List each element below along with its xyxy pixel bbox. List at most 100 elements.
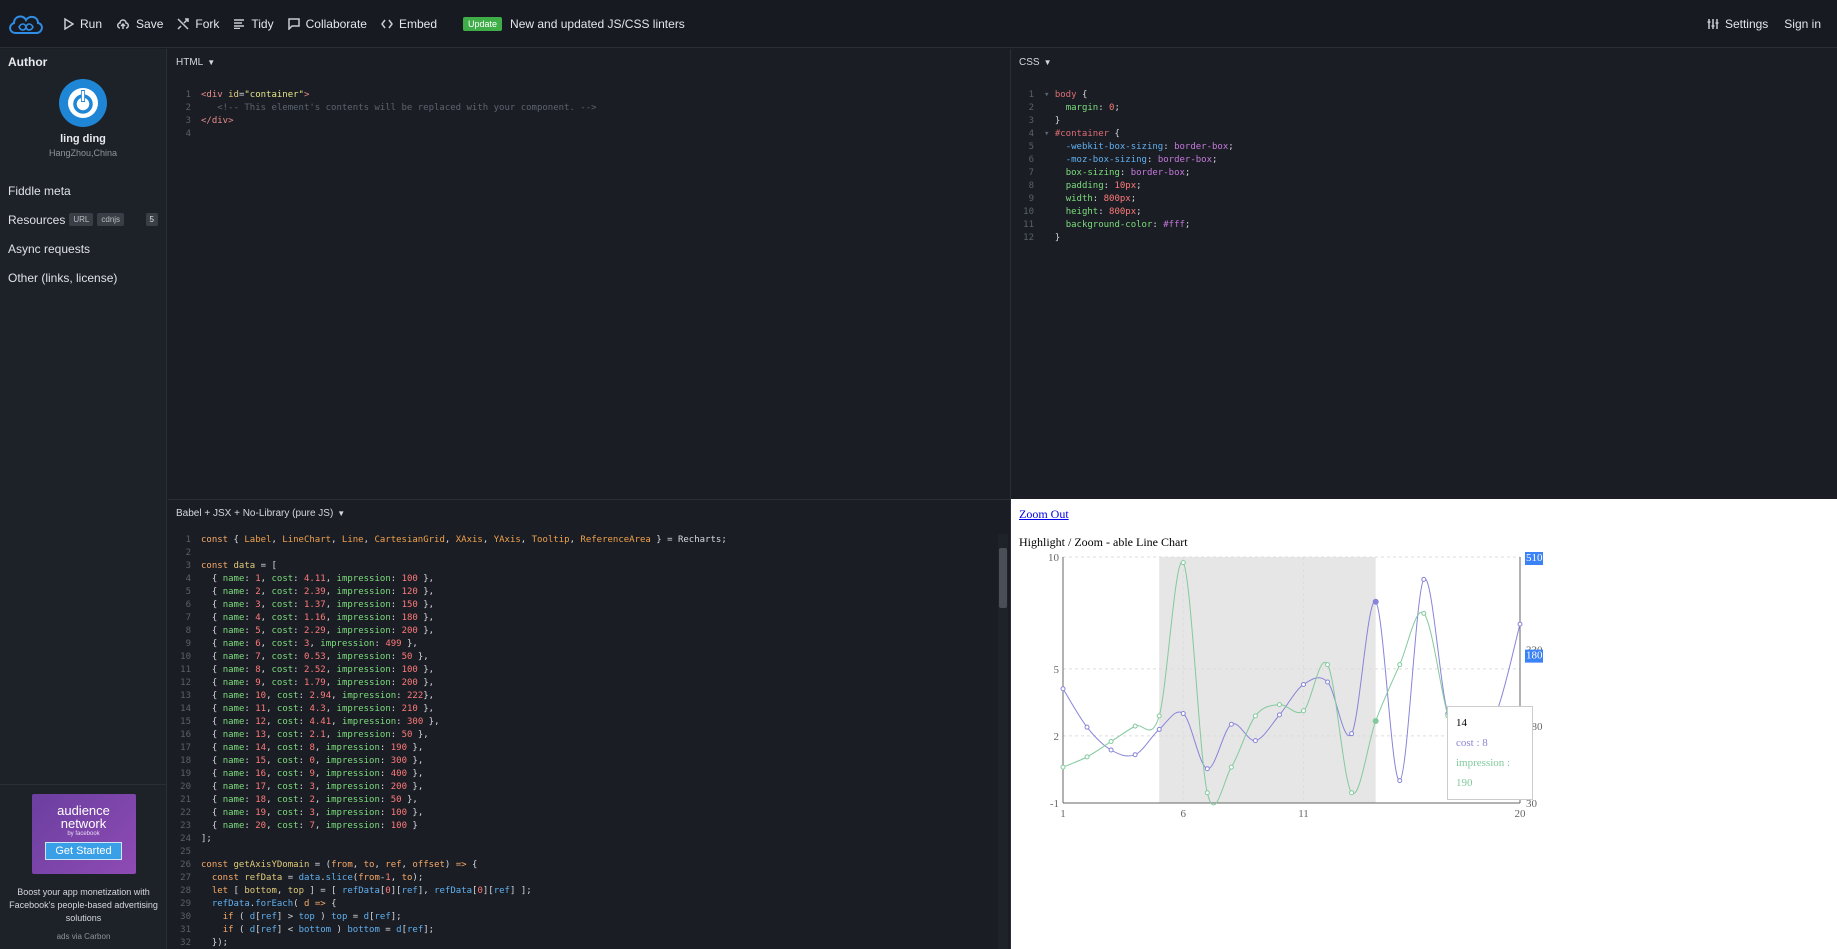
fork-icon: [177, 17, 190, 30]
y-left-tick-label: 2: [1054, 731, 1060, 743]
data-point-impression: [1156, 713, 1162, 719]
html-editor[interactable]: 1 <div id="container"> 2 <!-- This elemen…: [168, 75, 1010, 141]
tooltip-impression: impression : 190: [1456, 757, 1511, 789]
settings-label: Settings: [1724, 16, 1769, 31]
css-panel-header[interactable]: CSS ▼: [1011, 49, 1837, 75]
data-point-cost: [1252, 738, 1258, 744]
fork-label: Fork: [195, 16, 220, 31]
sidebar-item-label: Resources: [8, 212, 66, 227]
data-point-impression: [1397, 662, 1403, 668]
sign-in-label: Sign in: [1784, 16, 1821, 31]
play-icon: [64, 17, 74, 30]
sidebar-item-label: Other (links, license): [8, 270, 118, 285]
data-point-cost: [1517, 621, 1523, 627]
data-point-impression: [1252, 713, 1258, 719]
chart-tooltip: 14 cost : 8 impression : 190: [1447, 706, 1533, 800]
sidebar-item-resources[interactable]: Resources URL cdnjs 5: [0, 205, 166, 234]
align-icon: [234, 18, 245, 29]
chat-icon: [287, 17, 300, 30]
sidebar-item-other[interactable]: Other (links, license): [0, 263, 166, 292]
data-point-cost: [1228, 721, 1234, 727]
data-point-impression: [1108, 739, 1114, 744]
run-button[interactable]: Run: [64, 17, 102, 31]
data-point-impression: [1180, 560, 1186, 566]
update-badge[interactable]: Update: [463, 16, 503, 31]
data-point-impression: [1132, 723, 1138, 729]
data-point-cost: [1397, 778, 1403, 784]
data-point-impression: [1421, 610, 1427, 616]
embed-button[interactable]: Embed: [381, 17, 437, 31]
ad-logo-text: network: [60, 816, 107, 831]
scrollbar-thumb[interactable]: [999, 548, 1007, 608]
data-point-cost: [1301, 681, 1307, 687]
cdnjs-tag[interactable]: cdnjs: [97, 213, 125, 226]
data-point-impression: [1372, 718, 1379, 724]
data-point-cost: [1180, 711, 1186, 717]
ad-via[interactable]: ads via Carbon: [0, 932, 167, 941]
data-point-impression: [1276, 702, 1282, 708]
zoom-out-link[interactable]: Zoom Out: [1019, 507, 1069, 522]
data-point-impression: [1228, 764, 1234, 770]
data-point-cost: [1421, 576, 1427, 582]
data-point-impression: [1301, 708, 1307, 714]
avatar[interactable]: [59, 79, 107, 127]
data-point-cost: [1060, 686, 1066, 692]
sliders-icon: [1707, 18, 1719, 29]
data-point-impression: [1084, 754, 1090, 760]
top-bar: Run Save Fork Tidy Collaborate Embed Upd…: [0, 0, 1837, 48]
data-point-cost: [1108, 747, 1114, 753]
js-panel: Babel + JSX + No-Library (pure JS) ▼ 1 con…: [168, 500, 1010, 949]
js-editor[interactable]: 1 const { Label, LineChart, Line, Cartesi…: [168, 526, 1010, 949]
sidebar: Author ling ding HangZhou,China Fiddle m…: [0, 49, 167, 949]
horizontal-divider[interactable]: [168, 499, 1010, 500]
collaborate-button[interactable]: Collaborate: [287, 16, 367, 31]
author-name[interactable]: ling ding: [0, 133, 166, 145]
data-point-cost: [1372, 598, 1379, 605]
tidy-button[interactable]: Tidy: [233, 17, 274, 31]
x-tick-label: 20: [1515, 808, 1527, 820]
x-tick-label: 11: [1298, 808, 1309, 820]
tooltip-cost: cost : 8: [1456, 737, 1488, 749]
ad-get-started-button[interactable]: Get Started: [45, 842, 122, 860]
save-label: Save: [136, 16, 164, 31]
settings-button[interactable]: Settings: [1707, 17, 1768, 31]
collaborate-label: Collaborate: [305, 16, 367, 31]
ad-logo-subtext: by facebook: [67, 831, 100, 837]
sidebar-item-label: Async requests: [8, 241, 91, 256]
y-left-tick-label: 10: [1048, 552, 1060, 564]
power-icon: [68, 88, 98, 118]
url-tag[interactable]: URL: [69, 213, 94, 226]
fork-button[interactable]: Fork: [177, 17, 219, 31]
reference-area: [1159, 557, 1376, 803]
data-point-impression: [1204, 790, 1210, 796]
embed-label: Embed: [398, 16, 438, 31]
sidebar-item-label: Fiddle meta: [8, 183, 71, 198]
js-panel-header[interactable]: Babel + JSX + No-Library (pure JS) ▼: [168, 500, 1010, 526]
sidebar-item-fiddle-meta[interactable]: Fiddle meta: [0, 176, 166, 205]
run-label: Run: [80, 16, 103, 31]
update-text[interactable]: New and updated JS/CSS linters: [510, 17, 685, 31]
caret-down-icon: ▼: [1043, 57, 1052, 67]
data-point-cost: [1132, 752, 1138, 758]
sign-in-button[interactable]: Sign in: [1784, 17, 1821, 31]
line-chart[interactable]: 1052-133018030510180161120: [1011, 549, 1631, 889]
data-point-cost: [1349, 731, 1355, 737]
ad-text[interactable]: Boost your app monetization with Faceboo…: [0, 874, 167, 925]
jsfiddle-logo-icon[interactable]: [2, 0, 50, 48]
panel-label: HTML: [176, 56, 204, 68]
author-heading: Author: [8, 55, 48, 69]
ad-image[interactable]: audience network by facebook Get Started: [31, 794, 136, 874]
sidebar-item-async-requests[interactable]: Async requests: [0, 234, 166, 263]
y-right-highlight-label: 510: [1526, 552, 1543, 564]
caret-down-icon: ▼: [207, 57, 216, 67]
data-point-cost: [1084, 724, 1090, 730]
code-icon: [381, 19, 393, 28]
css-editor[interactable]: 1 ▾ body { 2 margin: 0; 3 } 4 ▾ #container…: [1011, 75, 1837, 245]
data-point-impression: [1325, 662, 1331, 668]
data-point-cost: [1276, 712, 1282, 718]
save-button[interactable]: Save: [116, 17, 163, 31]
data-point-cost: [1156, 726, 1162, 732]
carbon-ad: audience network by facebook Get Started…: [0, 784, 167, 949]
html-panel-header[interactable]: HTML ▼: [168, 49, 1010, 75]
editor-scrollbar[interactable]: [998, 534, 1008, 949]
